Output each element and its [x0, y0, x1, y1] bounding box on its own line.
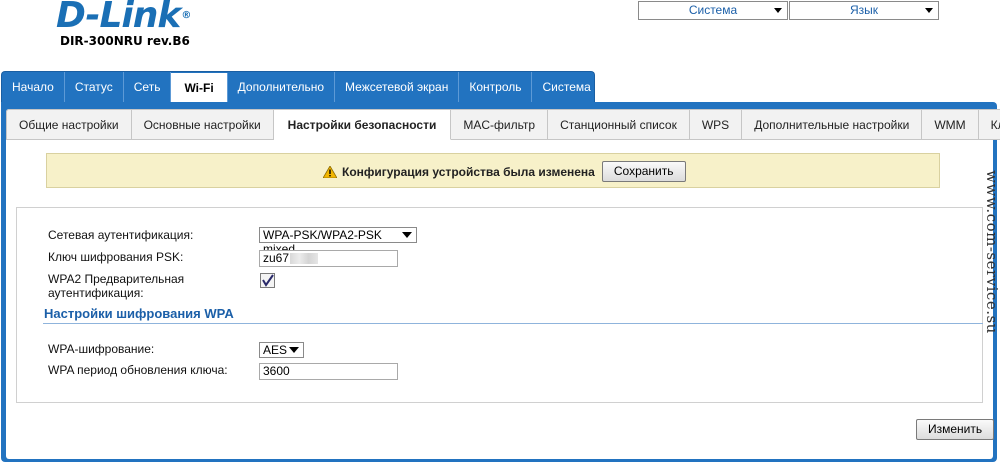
auth-select[interactable]: WPA-PSK/WPA2-PSK mixed — [259, 227, 417, 256]
subtab-wps[interactable]: WPS — [689, 109, 743, 140]
chevron-down-icon — [289, 347, 299, 353]
language-select[interactable]: Язык — [789, 1, 939, 20]
cipher-select-value: AES — [263, 343, 288, 357]
change-button[interactable]: Изменить — [916, 419, 995, 440]
masked-key — [290, 253, 319, 265]
language-label: Язык — [849, 3, 879, 17]
watermark-text: www.com-service.su — [982, 170, 1000, 334]
content-frame: Общие настройки Основные настройки Настр… — [1, 102, 1000, 462]
system-menu-label: Система — [688, 3, 738, 17]
chevron-down-icon — [402, 232, 412, 238]
subtab-mac-filter[interactable]: MAC-фильтр — [451, 109, 549, 140]
wpa-section-title: Настройки шифрования WPA — [44, 306, 234, 321]
dlink-logo: D-Link® — [56, 0, 191, 36]
subtab-basic[interactable]: Основные настройки — [131, 109, 274, 140]
checkmark-icon — [262, 274, 274, 287]
subtab-security[interactable]: Настройки безопасности — [273, 109, 452, 140]
tab-status[interactable]: Статус — [65, 72, 124, 103]
rekey-value: 3600 — [263, 364, 290, 378]
preauth-checkbox[interactable] — [260, 273, 275, 288]
psk-value: zu67 — [263, 251, 290, 265]
chevron-down-icon — [925, 8, 933, 13]
preauth-label-line2: аутентификация: — [48, 286, 144, 300]
model-label: DIR-300NRU rev.B6 — [60, 34, 190, 48]
watermark: www.com-service.su — [968, 170, 1000, 334]
tab-wifi[interactable]: Wi-Fi — [171, 73, 228, 104]
tab-advanced[interactable]: Дополнительно — [228, 72, 336, 103]
content-panel: Общие настройки Основные настройки Настр… — [6, 109, 1000, 459]
rekey-label: WPA период обновления ключа: — [48, 363, 228, 377]
psk-label: Ключ шифрования PSK: — [48, 250, 184, 264]
subtab-station-list[interactable]: Станционный список — [548, 109, 690, 140]
router-admin-page: D-Link® DIR-300NRU rev.B6 Система Язык Н… — [0, 0, 1000, 465]
config-changed-notice: Конфигурация устройства была изменена Со… — [46, 153, 940, 188]
sub-tabs: Общие настройки Основные настройки Настр… — [6, 109, 1000, 140]
subtab-advanced[interactable]: Дополнительные настройки — [742, 109, 923, 140]
notice-message: Конфигурация устройства была изменена — [342, 164, 595, 179]
subtab-general[interactable]: Общие настройки — [6, 109, 132, 140]
tab-home[interactable]: Начало — [2, 72, 65, 103]
subtab-wmm[interactable]: WMM — [922, 109, 979, 140]
psk-input[interactable]: zu67 — [259, 250, 398, 267]
preauth-label-line1: WPA2 Предварительная — [48, 272, 185, 286]
rekey-input[interactable]: 3600 — [259, 363, 398, 380]
subtab-client[interactable]: Клиент — [978, 109, 1000, 140]
system-menu-select[interactable]: Система — [638, 1, 788, 20]
main-tabs: Начало Статус Сеть Wi-Fi Дополнительно М… — [1, 71, 595, 104]
chevron-down-icon — [774, 8, 782, 13]
tab-control[interactable]: Контроль — [459, 72, 533, 103]
section-divider — [43, 323, 983, 324]
cipher-label: WPA-шифрование: — [48, 342, 155, 356]
cipher-select[interactable]: AES — [259, 342, 304, 358]
warning-icon — [323, 165, 337, 178]
save-button[interactable]: Сохранить — [601, 161, 686, 182]
security-form: Сетевая аутентификация: WPA-PSK/WPA2-PSK… — [16, 207, 983, 403]
auth-label: Сетевая аутентификация: — [48, 228, 194, 242]
preauth-label: WPA2 Предварительная аутентификация: — [48, 272, 184, 300]
tab-firewall[interactable]: Межсетевой экран — [335, 72, 460, 103]
tab-network[interactable]: Сеть — [124, 72, 172, 103]
tab-system[interactable]: Система — [532, 72, 600, 103]
